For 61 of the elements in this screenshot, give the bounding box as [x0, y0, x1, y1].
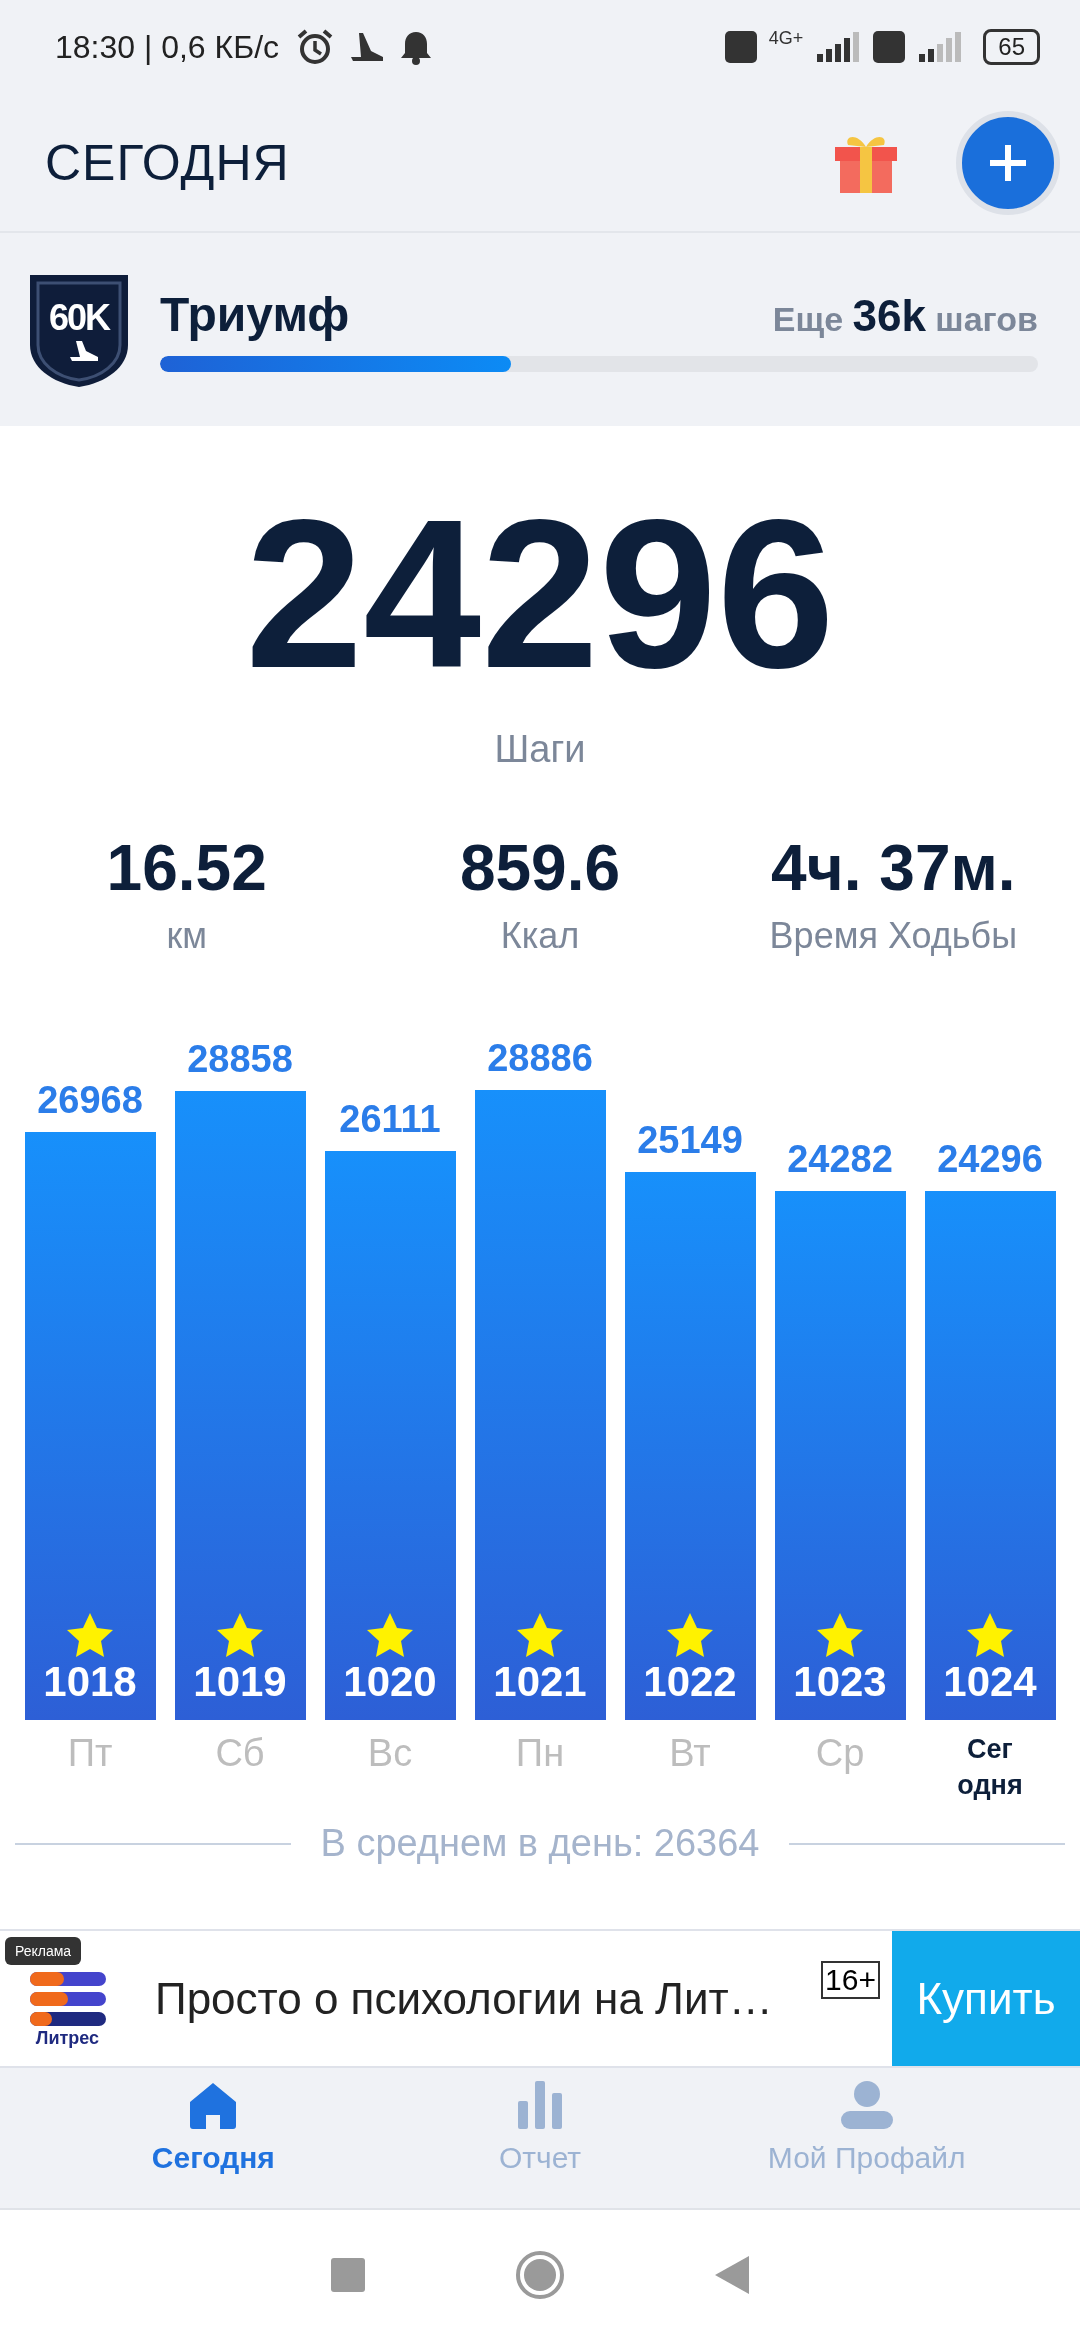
stat-value: 16.52 [106, 831, 267, 906]
bar-count: 1018 [43, 1658, 137, 1707]
star-icon [816, 1612, 864, 1659]
page-title: СЕГОДНЯ [45, 133, 290, 192]
stat-label: Ккал [500, 915, 580, 958]
bar-count: 1020 [343, 1658, 437, 1707]
bar-count: 1024 [943, 1658, 1037, 1707]
step-count: 24296 [245, 488, 835, 701]
steps-remaining: Еще 36k шагов [772, 291, 1038, 342]
network-type: 4G+ [768, 28, 804, 49]
ad-banner[interactable]: Реклама Литрес Просто о психологии на Лит… 16+ Купить [0, 1929, 1080, 2069]
star-icon [366, 1612, 414, 1659]
bar-value-label: 24282 [787, 1137, 893, 1181]
day-label: Ср [815, 1732, 865, 1777]
badge-label: 60K [48, 296, 110, 339]
back-icon[interactable] [715, 2256, 749, 2295]
stat-label: Время Ходьбы [769, 915, 1017, 958]
day-label: Вс [367, 1732, 413, 1777]
star-icon [66, 1612, 114, 1659]
bar-value-label: 28858 [187, 1038, 293, 1082]
nav-tab[interactable]: Сегодня [50, 2080, 377, 2209]
buy-button[interactable]: Купить [892, 1931, 1080, 2067]
star-icon [966, 1612, 1014, 1659]
bar-chart-icon [516, 2081, 564, 2130]
bar-count: 1022 [643, 1658, 737, 1707]
goal-name: Триумф [160, 287, 350, 343]
ad-tag: Реклама [5, 1937, 82, 1966]
bar-value-label: 26111 [339, 1098, 441, 1141]
day-label: Пт [67, 1732, 113, 1777]
nav-tab[interactable]: Мой Профайл [703, 2080, 1030, 2209]
nav-tab[interactable]: Отчет [376, 2080, 704, 2209]
stat-value: 4ч. 37м. [771, 831, 1016, 906]
brand-name: Литрес [35, 2028, 100, 2050]
day-label: Вт [669, 1732, 711, 1777]
bar-count: 1023 [793, 1658, 887, 1707]
bar-count: 1019 [193, 1658, 287, 1707]
signal-icon [917, 32, 964, 63]
home-icon [188, 2081, 239, 2130]
bar-value-label: 25149 [637, 1119, 743, 1162]
recents-icon[interactable] [331, 2258, 365, 2293]
status-time: 18:30 | 0,6 КБ/с [55, 28, 280, 66]
daily-average: В среднем в день: 26364 [320, 1822, 760, 1866]
bar-count: 1021 [493, 1658, 587, 1707]
day-label: Пн [515, 1732, 565, 1777]
bar-value-label: 28886 [487, 1037, 593, 1081]
bar-value-label: 24296 [937, 1137, 1043, 1181]
star-icon [516, 1612, 564, 1659]
stat-value: 859.6 [459, 831, 621, 906]
day-label: Сег одня [957, 1733, 1023, 1802]
battery-indicator: 65 [983, 29, 1040, 66]
bar-value-label: 26968 [37, 1079, 143, 1123]
age-rating: 16+ [821, 1961, 880, 2000]
star-icon [666, 1612, 714, 1659]
stat-label: км [166, 915, 207, 958]
profile-icon [838, 2081, 895, 2130]
signal-icon [815, 32, 862, 63]
step-label: Шаги [494, 728, 586, 772]
star-icon [216, 1612, 264, 1659]
ad-text: Просто о психологии на Лит… [154, 1973, 774, 2024]
day-label: Сб [215, 1732, 265, 1777]
home-button-icon[interactable] [515, 2250, 565, 2301]
